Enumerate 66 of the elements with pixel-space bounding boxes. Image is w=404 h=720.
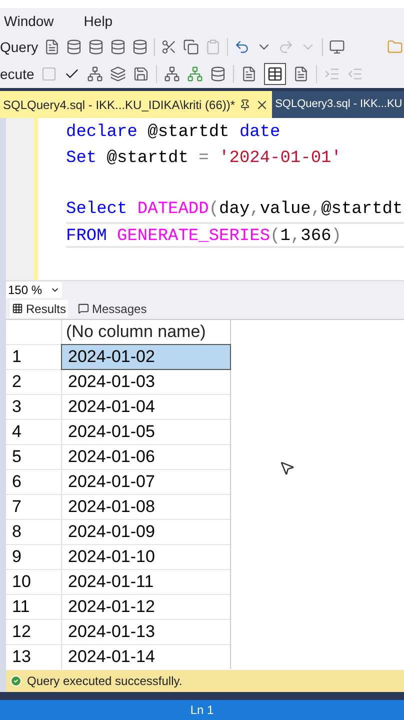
table-cell[interactable]: 2024-01-12	[62, 595, 230, 619]
table-cell[interactable]: 2024-01-05	[62, 420, 230, 444]
grid-icon	[12, 303, 23, 314]
table-cell[interactable]: 2024-01-08	[62, 495, 230, 519]
text-results-icon[interactable]	[241, 66, 258, 82]
toolbar-label[interactable]: Query	[0, 36, 38, 58]
document-icon[interactable]	[44, 39, 60, 55]
monitor-icon[interactable]	[329, 39, 346, 55]
copy-icon[interactable]	[183, 39, 200, 55]
results-tab[interactable]: Results	[10, 300, 68, 318]
row-number: 4	[6, 420, 62, 444]
line-indicator: Ln 1	[190, 702, 214, 719]
table-cell[interactable]: 2024-01-06	[62, 445, 230, 469]
grid-results-button[interactable]	[264, 63, 286, 85]
menu-item[interactable]: Window	[4, 10, 54, 32]
code-line: Set @startdt = '2024-01-01'	[66, 148, 342, 170]
plan-icon[interactable]	[187, 66, 204, 82]
row-number: 3	[6, 395, 62, 419]
table-cell[interactable]: 2024-01-03	[62, 370, 230, 394]
pin-icon[interactable]	[239, 98, 252, 110]
file-results-icon[interactable]	[293, 66, 310, 82]
table-cell[interactable]: 2024-01-04	[62, 395, 230, 419]
layers-icon[interactable]	[110, 66, 126, 82]
cut-icon[interactable]	[161, 39, 178, 55]
document-tab[interactable]: SQLQuery3.sql - IKK...KU	[272, 91, 404, 118]
table-cell[interactable]: 2024-01-11	[62, 570, 230, 594]
mouse-cursor-icon	[279, 460, 295, 476]
plan-icon[interactable]	[164, 66, 180, 82]
row-number: 7	[6, 495, 62, 519]
row-number: 2	[6, 370, 62, 394]
table-cell[interactable]: 2024-01-14	[62, 645, 230, 669]
save-icon[interactable]	[133, 66, 150, 82]
table-cell[interactable]: 2024-01-07	[62, 470, 230, 494]
row-number: 11	[6, 595, 62, 619]
success-icon	[10, 675, 22, 687]
row-number: 10	[6, 570, 62, 594]
query-status: Query executed successfully.	[27, 673, 182, 690]
row-number: 12	[6, 620, 62, 644]
row-number: 13	[6, 645, 62, 669]
results-tab[interactable]: Messages	[76, 300, 149, 318]
database-icon[interactable]	[88, 39, 104, 55]
table-cell[interactable]: 2024-01-02	[62, 345, 230, 369]
column-header[interactable]: (No column name)	[62, 320, 210, 344]
table-cell[interactable]: 2024-01-13	[62, 620, 230, 644]
plan-icon[interactable]	[87, 66, 104, 82]
database-icon[interactable]	[210, 66, 226, 82]
database-icon[interactable]	[66, 39, 82, 55]
code-line: declare @startdt date	[66, 122, 282, 144]
row-number: 8	[6, 520, 62, 544]
toolbar-label[interactable]: ecute	[0, 64, 34, 84]
tab-title: SQLQuery3.sql - IKK...KU	[275, 97, 402, 112]
code-line: FROM GENERATE_SERIES(1,366)	[66, 222, 404, 248]
zoom-dropdown[interactable]: 150 %	[6, 282, 62, 298]
row-number: 6	[6, 470, 62, 494]
document-tab[interactable]: SQLQuery4.sql - IKK...KU_IDIKA\kriti (66))*	[0, 91, 272, 118]
undo-icon[interactable]	[234, 39, 250, 55]
tab-title: SQLQuery4.sql - IKK...KU_IDIKA\kriti (66))*	[3, 96, 236, 114]
row-number: 9	[6, 545, 62, 569]
table-cell[interactable]: 2024-01-10	[62, 545, 230, 569]
message-icon	[78, 303, 90, 314]
table-cell[interactable]: 2024-01-09	[62, 520, 230, 544]
database-icon[interactable]	[110, 39, 126, 55]
row-number: 5	[6, 445, 62, 469]
code-line: Select DATEADD(day,value,@startdt	[66, 198, 404, 220]
database-icon[interactable]	[132, 39, 148, 55]
menu-item[interactable]: Help	[84, 10, 113, 32]
